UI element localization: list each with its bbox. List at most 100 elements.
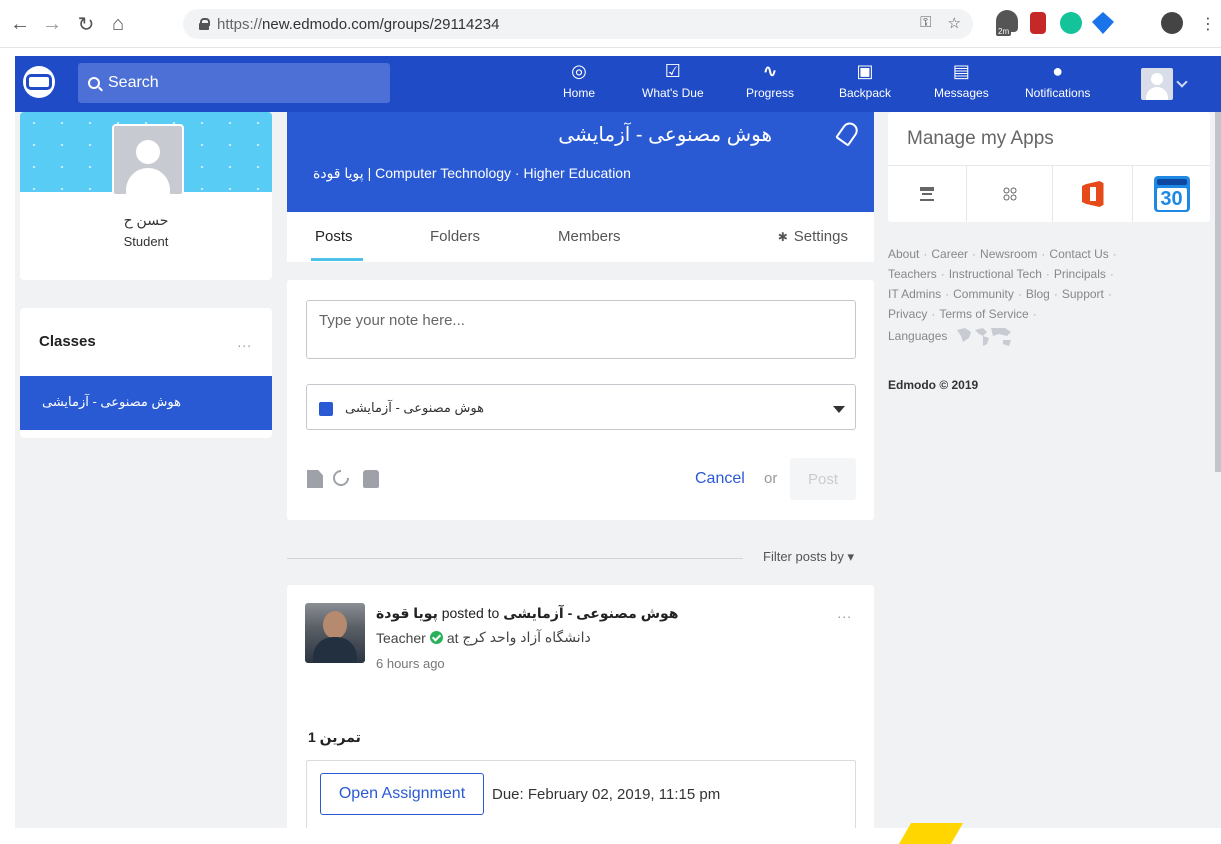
search-icon: [88, 77, 100, 89]
forward-icon[interactable]: →: [38, 10, 66, 38]
bookmark-extension-icon[interactable]: [1030, 12, 1046, 34]
office-icon: [1081, 181, 1104, 207]
filter-divider: [287, 558, 743, 559]
backpack-icon: ▣: [856, 60, 874, 81]
attach-file-icon[interactable]: [307, 470, 323, 488]
note-input[interactable]: Type your note here...: [306, 300, 856, 359]
url-scheme: https://: [217, 15, 263, 33]
footer-support[interactable]: Support: [1062, 287, 1104, 301]
profile-avatar-icon[interactable]: [1161, 12, 1183, 34]
recipient-value: هوش مصنوعی - آزمایشی: [345, 400, 484, 415]
group-title: هوش مصنوعی - آزمایشی: [558, 124, 772, 146]
languages-link[interactable]: Languages: [888, 324, 1017, 348]
post-card: پویا قودة posted to هوش مصنوعی - آزمایشی…: [287, 585, 874, 828]
nav-messages[interactable]: ▤ Messages: [934, 60, 989, 101]
footer-newsroom[interactable]: Newsroom: [980, 247, 1037, 261]
group-owner[interactable]: پویا قودة: [313, 165, 364, 181]
grammarly-icon[interactable]: [1060, 12, 1082, 34]
address-bar[interactable]: https://new.edmodo.com/groups/29114234 ⚿…: [183, 9, 973, 39]
main-content: حسن ح Student Classes ... هوش مصنوعی - آ…: [15, 112, 1221, 828]
footer-teachers[interactable]: Teachers: [888, 267, 937, 281]
footer-principals[interactable]: Principals: [1054, 267, 1106, 281]
nav-home[interactable]: ◎ Home: [563, 60, 595, 101]
profile-name[interactable]: حسن ح: [20, 212, 272, 229]
footer-privacy[interactable]: Privacy: [888, 307, 927, 321]
app-topbar: Search ◎ Home ☑ What's Due ∿ Progress ▣ …: [15, 56, 1221, 112]
footer-about[interactable]: About: [888, 247, 919, 261]
settings-label: Settings: [793, 228, 848, 245]
author-avatar[interactable]: [305, 603, 365, 663]
post-composer: Type your note here... هوش مصنوعی - آزما…: [287, 280, 874, 520]
nav-progress[interactable]: ∿ Progress: [746, 60, 794, 101]
nav-notifications-label: Notifications: [1025, 86, 1091, 100]
profile-role: Student: [123, 234, 169, 249]
all-apps-button[interactable]: [967, 166, 1053, 222]
footer-links: About · Career · Newsroom · Contact Us · Teache…: [888, 244, 1188, 348]
post-group-link[interactable]: هوش مصنوعی - آزمایشی: [503, 605, 678, 621]
calendar-app-button[interactable]: 30: [1133, 166, 1210, 222]
app-store-button[interactable]: [888, 166, 967, 222]
office-app-button[interactable]: [1053, 166, 1133, 222]
extension-badge: 2m: [996, 27, 1012, 36]
reload-icon[interactable]: ↻: [72, 10, 100, 38]
footer-career[interactable]: Career: [931, 247, 968, 261]
page-scrollbar[interactable]: [1215, 112, 1221, 472]
tab-posts[interactable]: Posts: [315, 228, 353, 245]
recipient-select[interactable]: هوش مصنوعی - آزمایشی: [306, 384, 856, 430]
gear-icon: ✱: [777, 229, 788, 244]
footer-contact[interactable]: Contact Us: [1049, 247, 1108, 261]
edmodo-logo-icon[interactable]: [23, 66, 55, 98]
attach-link-icon[interactable]: [329, 466, 353, 490]
tab-folders[interactable]: Folders: [430, 228, 480, 245]
attach-backpack-icon[interactable]: [363, 470, 379, 488]
search-input[interactable]: Search: [78, 63, 390, 103]
nav-notifications[interactable]: ● Notifications: [1025, 60, 1091, 101]
footer-terms[interactable]: Terms of Service: [939, 307, 1028, 321]
post-more-icon[interactable]: ...: [837, 605, 852, 621]
nav-whats-due[interactable]: ☑ What's Due: [642, 60, 704, 101]
group-subject: | Computer Technology · Higher Education: [363, 165, 631, 181]
or-text: or: [764, 470, 778, 487]
classes-more-icon[interactable]: ...: [237, 334, 252, 350]
tab-members[interactable]: Members: [558, 228, 621, 245]
chevron-down-icon[interactable]: [1176, 76, 1188, 88]
world-map-icon: [957, 328, 1012, 346]
nav-whats-due-label: What's Due: [642, 86, 704, 100]
avatar[interactable]: [112, 124, 184, 196]
bottom-strip: [0, 828, 1221, 844]
footer-it-admins[interactable]: IT Admins: [888, 287, 941, 301]
nav-backpack[interactable]: ▣ Backpack: [839, 60, 892, 101]
manage-apps-title[interactable]: Manage my Apps: [907, 128, 1054, 150]
class-color-swatch: [319, 402, 333, 416]
sidebar-item-class[interactable]: هوش مصنوعی - آزمایشی: [20, 376, 272, 430]
open-assignment-button[interactable]: Open Assignment: [320, 773, 484, 815]
post-author[interactable]: پویا قودة: [376, 605, 438, 621]
footer-instructional-tech[interactable]: Instructional Tech: [949, 267, 1042, 281]
post-button[interactable]: Post: [790, 458, 856, 500]
user-avatar[interactable]: [1141, 68, 1173, 100]
key-icon[interactable]: ⚿: [920, 14, 931, 32]
url-text: new.edmodo.com/groups/29114234: [262, 15, 500, 33]
footer-community[interactable]: Community: [953, 287, 1014, 301]
assignment-box: Open Assignment Due: February 02, 2019, …: [306, 760, 856, 828]
profile-card: حسن ح Student: [20, 112, 272, 280]
home-browser-icon[interactable]: ⌂: [104, 10, 132, 38]
nav-backpack-label: Backpack: [839, 86, 892, 100]
post-heading: پویا قودة posted to هوش مصنوعی - آزمایشی: [376, 605, 679, 622]
verified-check-icon: [429, 631, 443, 644]
back-icon[interactable]: ←: [6, 10, 34, 38]
footer-blog[interactable]: Blog: [1026, 287, 1050, 301]
posted-to-text: posted to: [437, 605, 504, 621]
copyright: Edmodo © 2019: [888, 378, 979, 392]
languages-label: Languages: [888, 329, 948, 343]
calendar-day: 30: [1156, 188, 1187, 210]
filter-posts-dropdown[interactable]: Filter posts by ▾: [763, 549, 854, 565]
cancel-button[interactable]: Cancel: [695, 470, 745, 488]
author-school[interactable]: دانشگاه آزاد واحد کرج: [462, 629, 590, 646]
menu-kebab-icon[interactable]: ⋮: [1194, 10, 1221, 38]
edit-pencil-icon[interactable]: [835, 119, 861, 147]
post-timestamp[interactable]: 6 hours ago: [376, 656, 445, 671]
star-icon[interactable]: ☆: [948, 14, 961, 32]
settings-button[interactable]: ✱ Settings: [778, 228, 848, 245]
cap-extension-icon[interactable]: [1092, 12, 1114, 34]
